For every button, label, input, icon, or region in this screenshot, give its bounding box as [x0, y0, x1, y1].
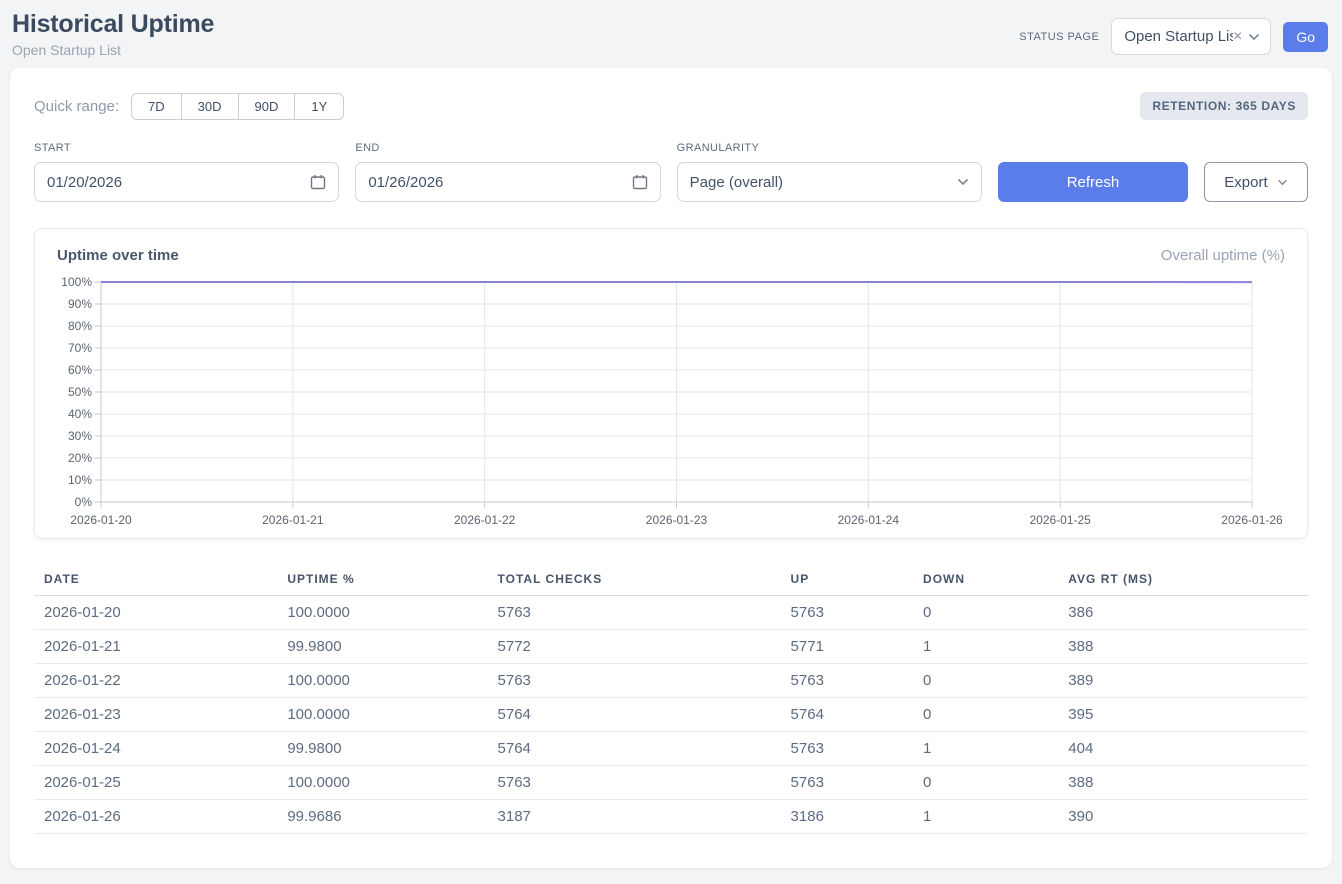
- svg-text:60%: 60%: [68, 363, 92, 377]
- retention-badge: RETENTION: 365 DAYS: [1140, 92, 1308, 120]
- quick-range-group: 7D30D90D1Y: [131, 93, 344, 120]
- granularity-label: GRANULARITY: [677, 142, 982, 154]
- table-row: 2026-01-22100.0000576357630389: [34, 664, 1308, 698]
- svg-text:50%: 50%: [68, 385, 92, 399]
- uptime-chart: 0% 10% 20% 30% 40% 50% 60% 70% 80% 90% 100% 2026-01…: [57, 272, 1283, 530]
- page-title: Historical Uptime: [12, 10, 214, 39]
- svg-text:2026-01-24: 2026-01-24: [838, 513, 900, 527]
- svg-text:2026-01-25: 2026-01-25: [1029, 513, 1091, 527]
- quick-range-row: Quick range: 7D30D90D1Y RETENTION: 365 D…: [34, 92, 1308, 120]
- granularity-value: Page (overall): [690, 174, 783, 191]
- svg-text:2026-01-20: 2026-01-20: [70, 513, 132, 527]
- chevron-down-icon: [957, 178, 969, 186]
- quick-range-1y-button[interactable]: 1Y: [294, 93, 344, 120]
- page-header: Historical Uptime Open Startup List STAT…: [0, 0, 1342, 68]
- end-date-value: 01/26/2026: [368, 174, 443, 191]
- quick-range-label: Quick range:: [34, 98, 119, 115]
- start-label: START: [34, 142, 339, 154]
- calendar-icon: [310, 174, 326, 190]
- quick-range-7d-button[interactable]: 7D: [131, 93, 182, 120]
- start-date-value: 01/20/2026: [47, 174, 122, 191]
- table-row: 2026-01-23100.0000576457640395: [34, 698, 1308, 732]
- chevron-down-icon: [1277, 179, 1288, 186]
- start-date-input[interactable]: 01/20/2026: [34, 162, 339, 202]
- status-page-value: Open Startup List: [1124, 28, 1233, 45]
- column-header: DATE: [34, 563, 277, 596]
- end-date-input[interactable]: 01/26/2026: [355, 162, 660, 202]
- table-row: 2026-01-2699.9686318731861390: [34, 800, 1308, 834]
- table-row: 2026-01-2499.9800576457631404: [34, 732, 1308, 766]
- header-controls: STATUS PAGE Open Startup List × Go: [1019, 18, 1328, 55]
- svg-text:2026-01-26: 2026-01-26: [1221, 513, 1283, 527]
- svg-text:2026-01-22: 2026-01-22: [454, 513, 516, 527]
- refresh-button[interactable]: Refresh: [998, 162, 1188, 202]
- svg-text:100%: 100%: [61, 275, 92, 289]
- svg-text:70%: 70%: [68, 341, 92, 355]
- end-label: END: [355, 142, 660, 154]
- svg-text:2026-01-21: 2026-01-21: [262, 513, 324, 527]
- calendar-icon: [632, 174, 648, 190]
- chevron-down-icon: [1248, 33, 1260, 41]
- quick-range-90d-button[interactable]: 90D: [238, 93, 296, 120]
- go-button[interactable]: Go: [1283, 22, 1328, 52]
- uptime-table: DATEUPTIME %TOTAL CHECKSUPDOWNAVG RT (MS…: [34, 563, 1308, 834]
- column-header: TOTAL CHECKS: [488, 563, 781, 596]
- export-button[interactable]: Export: [1204, 162, 1308, 202]
- filter-controls-row: START 01/20/2026 END 01/26/2026: [34, 142, 1308, 202]
- table-row: 2026-01-25100.0000576357630388: [34, 766, 1308, 800]
- svg-text:0%: 0%: [75, 495, 93, 509]
- chart-title: Uptime over time: [57, 247, 179, 264]
- clear-icon[interactable]: ×: [1233, 28, 1242, 46]
- uptime-chart-card: Uptime over time Overall uptime (%) 0% 10…: [34, 228, 1308, 539]
- column-header: AVG RT (MS): [1058, 563, 1308, 596]
- quick-range-30d-button[interactable]: 30D: [181, 93, 239, 120]
- table-body: 2026-01-20100.00005763576303862026-01-21…: [34, 596, 1308, 834]
- svg-text:30%: 30%: [68, 429, 92, 443]
- column-header: DOWN: [913, 563, 1058, 596]
- svg-text:10%: 10%: [68, 473, 92, 487]
- main-panel: Quick range: 7D30D90D1Y RETENTION: 365 D…: [10, 68, 1332, 868]
- granularity-select[interactable]: Page (overall): [677, 162, 982, 202]
- export-label: Export: [1224, 174, 1267, 191]
- table-row: 2026-01-2199.9800577257711388: [34, 630, 1308, 664]
- table-header-row: DATEUPTIME %TOTAL CHECKSUPDOWNAVG RT (MS…: [34, 563, 1308, 596]
- column-header: UP: [781, 563, 913, 596]
- svg-text:90%: 90%: [68, 297, 92, 311]
- table-row: 2026-01-20100.0000576357630386: [34, 596, 1308, 630]
- svg-text:40%: 40%: [68, 407, 92, 421]
- svg-text:2026-01-23: 2026-01-23: [646, 513, 708, 527]
- column-header: UPTIME %: [277, 563, 487, 596]
- svg-text:20%: 20%: [68, 451, 92, 465]
- page-subtitle: Open Startup List: [12, 42, 214, 58]
- svg-text:80%: 80%: [68, 319, 92, 333]
- chart-legend: Overall uptime (%): [1161, 247, 1285, 264]
- status-page-select[interactable]: Open Startup List ×: [1111, 18, 1271, 55]
- status-page-label: STATUS PAGE: [1019, 31, 1099, 43]
- title-block: Historical Uptime Open Startup List: [12, 10, 214, 58]
